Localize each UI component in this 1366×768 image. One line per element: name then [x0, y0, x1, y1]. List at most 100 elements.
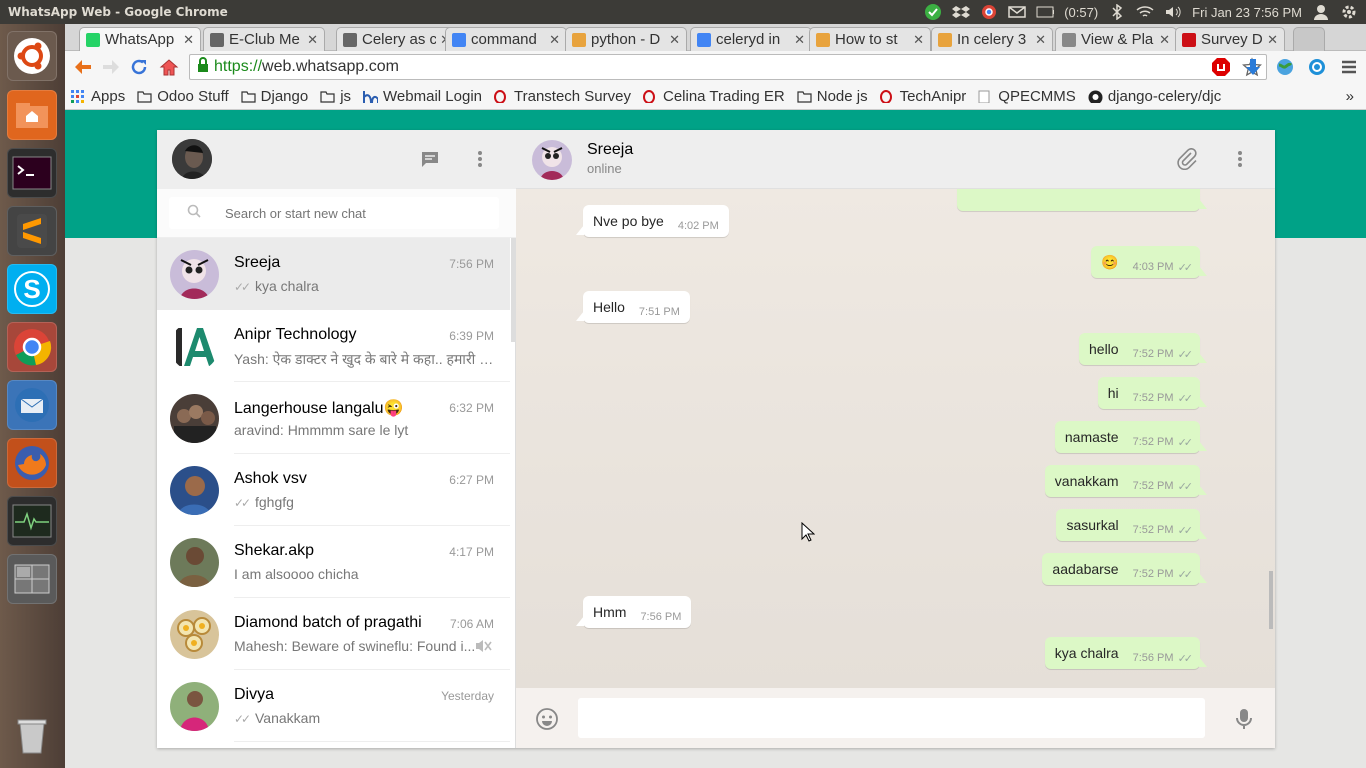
message-scrollbar[interactable]: [1269, 571, 1273, 629]
close-tab-icon[interactable]: ✕: [1035, 32, 1046, 48]
menu-kebab-icon[interactable]: [469, 148, 491, 170]
chat-list-item[interactable]: Shekar.akp 4:17 PM I am alsoooo chicha: [157, 526, 510, 598]
chat-list-item[interactable]: Langerhouse langalu😜 6:32 PM aravind: Hmmm…: [157, 382, 510, 454]
ubuntu-dash-icon[interactable]: [7, 31, 57, 81]
conversation-header[interactable]: Sreeja online: [516, 130, 1275, 189]
bluetooth-icon[interactable]: [1108, 4, 1126, 20]
incoming-message[interactable]: Nve po bye 4:02 PM: [576, 205, 729, 237]
browser-tab[interactable]: WhatsApp ✕: [79, 27, 201, 51]
url-omnibox[interactable]: https://web.whatsapp.com: [189, 54, 1267, 80]
chrome-launcher-icon[interactable]: [7, 322, 57, 372]
chat-list-item[interactable]: Anipr Technology 6:39 PM Yash: ऐक डाक्टर न…: [157, 310, 510, 382]
system-monitor-icon[interactable]: [7, 496, 57, 546]
outgoing-message[interactable]: hi 7:52 PM ✓✓: [1097, 377, 1208, 409]
chat-list-item[interactable]: Divya Yesterday ✓✓ Vanakkam: [157, 670, 510, 742]
home-icon[interactable]: [157, 55, 181, 79]
chat-avatar[interactable]: [170, 610, 219, 659]
message-input[interactable]: [578, 698, 1205, 738]
incoming-message[interactable]: Hmm 7:56 PM: [575, 596, 692, 628]
forward-arrow-icon[interactable]: [99, 55, 123, 79]
browser-tab[interactable]: celeryd in ✕: [690, 27, 812, 51]
firefox-icon[interactable]: [7, 438, 57, 488]
bookmark-item[interactable]: Celina Trading ER: [643, 88, 785, 105]
outgoing-message[interactable]: 😊 4:03 PM ✓✓: [1091, 246, 1207, 278]
browser-tab[interactable]: python - D ✕: [565, 27, 687, 51]
trash-icon[interactable]: [7, 710, 57, 760]
wifi-icon[interactable]: [1136, 4, 1154, 20]
browser-tab[interactable]: command ✕: [445, 27, 567, 51]
my-profile-avatar[interactable]: [172, 139, 212, 179]
conversation-menu-icon[interactable]: [1229, 148, 1251, 170]
browser-tab[interactable]: In celery 3 ✕: [931, 27, 1053, 51]
workspace-switcher-icon[interactable]: [7, 554, 57, 604]
chat-list-item[interactable]: Sreeja 7:56 PM ✓✓ kya chalra: [157, 238, 510, 310]
incoming-message[interactable]: Hello 7:51 PM: [576, 291, 690, 323]
close-tab-icon[interactable]: ✕: [1159, 32, 1170, 48]
chat-avatar[interactable]: [170, 682, 219, 731]
bookmark-item[interactable]: Apps: [71, 88, 125, 105]
close-tab-icon[interactable]: ✕: [913, 32, 924, 48]
skype-icon[interactable]: S: [7, 264, 57, 314]
extension-sync-icon[interactable]: [1305, 55, 1329, 79]
chat-avatar[interactable]: [170, 394, 219, 443]
browser-tab[interactable]: View & Pla ✕: [1055, 27, 1177, 51]
bookmark-item[interactable]: django-celery/djc: [1088, 88, 1221, 105]
outgoing-message[interactable]: aadabarse 7:52 PM ✓✓: [1042, 553, 1207, 585]
close-tab-icon[interactable]: ✕: [1267, 32, 1278, 48]
volume-icon[interactable]: [1164, 4, 1182, 20]
adblock-icon[interactable]: [1209, 55, 1233, 79]
close-tab-icon[interactable]: ✕: [307, 32, 318, 48]
terminal-icon[interactable]: [7, 148, 57, 198]
back-arrow-icon[interactable]: [71, 55, 95, 79]
emoji-icon[interactable]: [535, 707, 559, 731]
outgoing-message[interactable]: kya chalra 7:56 PM ✓✓: [1044, 637, 1208, 669]
browser-tab[interactable]: How to st ✕: [809, 27, 931, 51]
files-folder-icon[interactable]: [7, 90, 57, 140]
bookmark-item[interactable]: Transtech Survey: [494, 88, 631, 105]
new-chat-icon[interactable]: [419, 148, 441, 170]
extension-globe-icon[interactable]: [1273, 55, 1297, 79]
chat-list-item[interactable]: Ashok vsv 6:27 PM ✓✓ fghgfg: [157, 454, 510, 526]
bookmark-item[interactable]: Django: [241, 88, 308, 105]
bookmark-item[interactable]: js: [320, 88, 351, 105]
search-input[interactable]: [225, 205, 475, 221]
chrome-menu-icon[interactable]: [1337, 55, 1361, 79]
microphone-icon[interactable]: [1232, 707, 1256, 731]
bookmark-item[interactable]: TechAnipr: [879, 88, 966, 105]
outgoing-message[interactable]: hello 7:52 PM ✓✓: [1079, 333, 1207, 365]
browser-tab[interactable]: E-Club Me ✕: [203, 27, 325, 51]
bookmark-item[interactable]: Webmail Login: [363, 88, 482, 105]
battery-icon[interactable]: [1036, 4, 1055, 20]
clock[interactable]: Fri Jan 23 7:56 PM: [1192, 5, 1302, 20]
close-tab-icon[interactable]: ✕: [549, 32, 560, 48]
chat-avatar[interactable]: [170, 466, 219, 515]
outgoing-message[interactable]: vanakkam 7:52 PM ✓✓: [1044, 465, 1208, 497]
download-icon[interactable]: [1241, 55, 1265, 79]
chat-avatar[interactable]: [170, 538, 219, 587]
chat-avatar[interactable]: [170, 250, 219, 299]
browser-tab[interactable]: Survey De✕: [1175, 27, 1285, 51]
outgoing-message[interactable]: sasurkal 7:52 PM ✓✓: [1056, 509, 1207, 541]
chat-avatar[interactable]: [170, 322, 219, 371]
outgoing-message[interactable]: namaste 7:52 PM ✓✓: [1054, 421, 1208, 453]
mail-icon[interactable]: [1008, 4, 1026, 20]
browser-tab[interactable]: Celery as c✕: [336, 27, 458, 51]
close-tab-icon[interactable]: ✕: [183, 32, 194, 48]
user-icon[interactable]: [1312, 4, 1330, 20]
reload-icon[interactable]: [127, 55, 151, 79]
sublime-text-icon[interactable]: [7, 206, 57, 256]
attach-paperclip-icon[interactable]: [1176, 148, 1198, 170]
bookmark-item[interactable]: Odoo Stuff: [137, 88, 229, 105]
dropbox-icon[interactable]: [952, 4, 971, 20]
chrome-tray-icon[interactable]: [980, 4, 998, 20]
more-bookmarks-chevron-icon[interactable]: »: [1346, 88, 1354, 105]
close-tab-icon[interactable]: ✕: [669, 32, 680, 48]
new-tab-button[interactable]: [1293, 27, 1325, 51]
chat-list-item[interactable]: Diamond batch of pragathi 7:06 AM Mahesh: …: [157, 598, 510, 670]
close-tab-icon[interactable]: ✕: [794, 32, 805, 48]
bookmark-item[interactable]: QPECMMS: [978, 88, 1076, 105]
thunderbird-icon[interactable]: [7, 380, 57, 430]
settings-gear-icon[interactable]: [1340, 4, 1358, 20]
bookmark-item[interactable]: Node js: [797, 88, 868, 105]
update-check-icon[interactable]: [924, 4, 942, 20]
